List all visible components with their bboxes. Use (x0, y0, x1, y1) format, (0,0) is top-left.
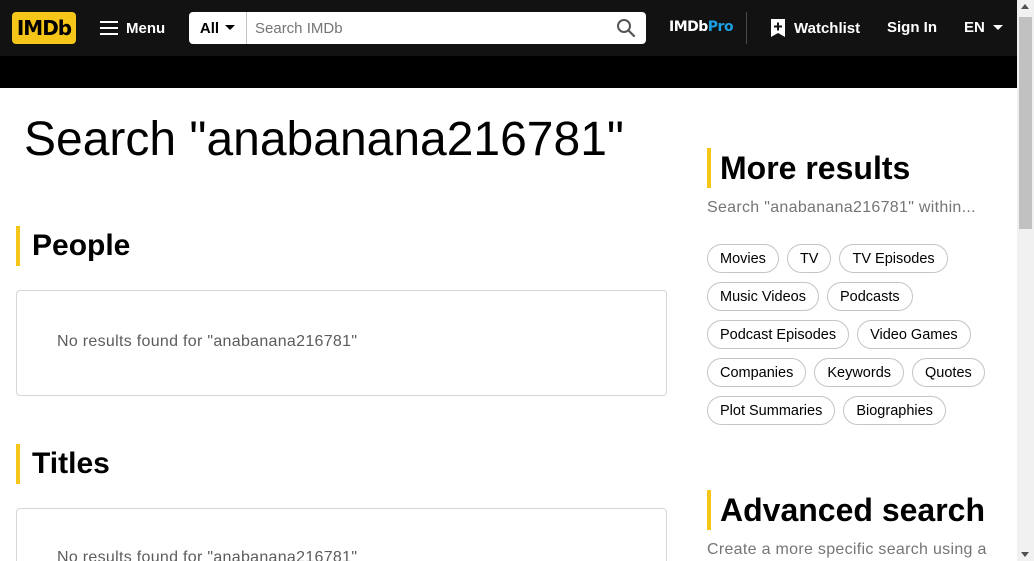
header-divider (746, 12, 747, 44)
chip-podcasts[interactable]: Podcasts (826, 282, 913, 311)
menu-label: Menu (126, 19, 166, 37)
more-results-chip-list: Movies TV TV Episodes Music Videos Podca… (707, 244, 1007, 425)
page-title: Search "anabanana216781" (24, 113, 624, 166)
scrollbar-thumb[interactable] (1019, 17, 1032, 229)
imdb-logo[interactable]: IMDb (12, 12, 76, 44)
more-results-title: More results (707, 148, 910, 188)
scroll-down-arrow-icon[interactable] (1021, 552, 1029, 557)
language-selector[interactable]: EN (964, 19, 1003, 36)
advanced-search-subtitle: Create a more specific search using a (707, 541, 987, 558)
chip-keywords[interactable]: Keywords (814, 358, 905, 387)
scroll-up-arrow-icon[interactable] (1021, 4, 1029, 9)
chip-movies[interactable]: Movies (707, 244, 779, 273)
chip-tv[interactable]: TV (786, 244, 832, 273)
imdbpro-imdb-text: IMDb (669, 19, 708, 35)
search-icon (617, 19, 636, 38)
search-submit-button[interactable] (606, 12, 646, 44)
caret-down-icon (225, 25, 236, 30)
advanced-search-title[interactable]: Advanced search (707, 490, 985, 530)
chip-biographies[interactable]: Biographies (843, 396, 946, 425)
imdbpro-pro-text: Pro (707, 19, 734, 35)
top-navigation-bar: IMDb Menu All IMDbPro Watch (0, 0, 1017, 56)
more-results-subtitle: Search "anabanana216781" within... (707, 199, 976, 216)
chip-tv-episodes[interactable]: TV Episodes (839, 244, 948, 273)
chip-podcast-episodes[interactable]: Podcast Episodes (707, 320, 850, 349)
menu-button[interactable]: Menu (100, 14, 165, 42)
titles-section-title: Titles (16, 444, 110, 484)
people-section-title: People (16, 226, 130, 266)
imdbpro-link[interactable]: IMDbPro (669, 19, 734, 35)
chip-plot-summaries[interactable]: Plot Summaries (707, 396, 836, 425)
hamburger-menu-icon (100, 21, 118, 35)
chip-companies[interactable]: Companies (707, 358, 807, 387)
header-subbar (0, 56, 1017, 88)
people-results-box: No results found for "anabanana216781" (16, 290, 667, 396)
page-scrollbar[interactable] (1017, 0, 1034, 561)
watchlist-button[interactable]: Watchlist (770, 18, 860, 38)
chip-music-videos[interactable]: Music Videos (707, 282, 819, 311)
language-label: EN (964, 19, 985, 36)
search-input[interactable] (247, 12, 606, 44)
sign-in-button[interactable]: Sign In (887, 19, 937, 36)
chip-video-games[interactable]: Video Games (857, 320, 971, 349)
titles-no-results-text: No results found for "anabanana216781" (57, 549, 358, 561)
search-bar: All (189, 12, 646, 44)
chip-quotes[interactable]: Quotes (912, 358, 985, 387)
titles-results-box: No results found for "anabanana216781" (16, 508, 667, 561)
search-category-label: All (199, 19, 220, 37)
watchlist-label: Watchlist (794, 19, 861, 37)
watchlist-add-icon (771, 19, 785, 37)
people-no-results-text: No results found for "anabanana216781" (57, 333, 358, 350)
search-category-dropdown[interactable]: All (189, 12, 247, 44)
caret-down-icon (992, 24, 1003, 30)
